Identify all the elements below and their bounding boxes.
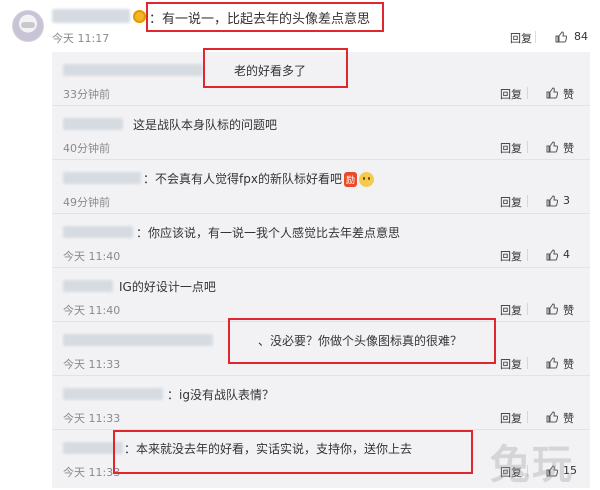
- medal-icon: [133, 10, 146, 23]
- highlight-box: [146, 2, 384, 32]
- emoji-face-icon: [358, 172, 374, 187]
- reply-time: 49分钟前: [63, 196, 110, 209]
- divider: [527, 411, 528, 423]
- top-comment-timestamp: 今天 11:17: [52, 32, 110, 45]
- reply-button[interactable]: 回复: [500, 302, 522, 318]
- reply-time: 33分钟前: [63, 88, 110, 101]
- divider: [527, 249, 528, 261]
- replies-list: 老的好看多了 33分钟前 回复 赞 这是战队本身队标的问题吧 40分钟前 回复 …: [52, 52, 590, 488]
- like-count[interactable]: 4: [563, 248, 570, 261]
- blurred-username[interactable]: [63, 118, 123, 130]
- reply-time: 今天 11:33: [63, 466, 121, 479]
- highlight-box: [203, 48, 348, 88]
- avatar[interactable]: [12, 10, 44, 42]
- divider: [527, 141, 528, 153]
- reply-text: ：ig没有战队表情？: [167, 388, 274, 402]
- watermark: 兔玩: [490, 442, 574, 488]
- blurred-username[interactable]: [63, 172, 141, 184]
- reply-text: IG的好设计一点吧: [119, 280, 216, 294]
- blurred-username[interactable]: [63, 226, 133, 238]
- list-item: ：不会真有人觉得fpx的新队标好看吧励 49分钟前 回复 3: [52, 160, 590, 214]
- like-label[interactable]: 赞: [563, 302, 574, 318]
- reply-text: 这是战队本身队标的问题吧: [133, 118, 278, 132]
- like-label[interactable]: 赞: [563, 140, 574, 156]
- reply-button[interactable]: 回复: [500, 356, 522, 372]
- blurred-username[interactable]: [63, 280, 113, 292]
- reply-text: ：不会真有人觉得fpx的新队标好看吧励: [143, 170, 374, 187]
- reply-time: 今天 11:33: [63, 412, 121, 425]
- blurred-username[interactable]: [63, 64, 203, 76]
- reply-time: 今天 11:40: [63, 304, 121, 317]
- thumbs-up-icon[interactable]: [546, 411, 558, 423]
- thumbs-up-icon[interactable]: [546, 87, 558, 99]
- blurred-username[interactable]: [63, 334, 213, 346]
- top-comment: ：有一说一，比起去年的头像差点意思 今天 11:17 回复 84: [0, 0, 600, 52]
- like-label[interactable]: 赞: [563, 410, 574, 426]
- thumbs-up-icon[interactable]: [546, 195, 558, 207]
- thumbs-up-icon[interactable]: [546, 303, 558, 315]
- reply-text: ：你应该说，有一说一我个人感觉比去年差点意思: [136, 226, 401, 240]
- blurred-username[interactable]: [63, 388, 163, 400]
- highlight-box: [228, 318, 496, 364]
- reply-text-content: ：不会真有人觉得fpx的新队标好看吧: [143, 172, 342, 186]
- highlight-box: [113, 430, 473, 474]
- divider: [535, 31, 536, 43]
- list-item: IG的好设计一点吧 今天 11:40 回复 赞: [52, 268, 590, 322]
- reply-button[interactable]: 回复: [500, 140, 522, 156]
- reply-button[interactable]: 回复: [510, 30, 532, 46]
- list-item: 这是战队本身队标的问题吧 40分钟前 回复 赞: [52, 106, 590, 160]
- like-count: 84: [574, 30, 588, 43]
- like-label[interactable]: 赞: [563, 356, 574, 372]
- blurred-username[interactable]: [52, 9, 130, 23]
- reply-time: 今天 11:33: [63, 358, 121, 371]
- reply-button[interactable]: 回复: [500, 248, 522, 264]
- reply-button[interactable]: 回复: [500, 194, 522, 210]
- thumbs-up-icon[interactable]: [546, 249, 558, 261]
- thumbs-up-icon[interactable]: [555, 31, 567, 43]
- thumbs-up-icon[interactable]: [546, 357, 558, 369]
- reply-button[interactable]: 回复: [500, 410, 522, 426]
- divider: [527, 87, 528, 99]
- like-label[interactable]: 赞: [563, 86, 574, 102]
- list-item: ：你应该说，有一说一我个人感觉比去年差点意思 今天 11:40 回复 4: [52, 214, 590, 268]
- reply-time: 40分钟前: [63, 142, 110, 155]
- divider: [527, 195, 528, 207]
- thumbs-up-icon[interactable]: [546, 141, 558, 153]
- like-count[interactable]: 3: [563, 194, 570, 207]
- divider: [527, 357, 528, 369]
- emoji-li-icon: 励: [343, 172, 357, 187]
- divider: [527, 303, 528, 315]
- reply-time: 今天 11:40: [63, 250, 121, 263]
- reply-button[interactable]: 回复: [500, 86, 522, 102]
- list-item: ：ig没有战队表情？ 今天 11:33 回复 赞: [52, 376, 590, 430]
